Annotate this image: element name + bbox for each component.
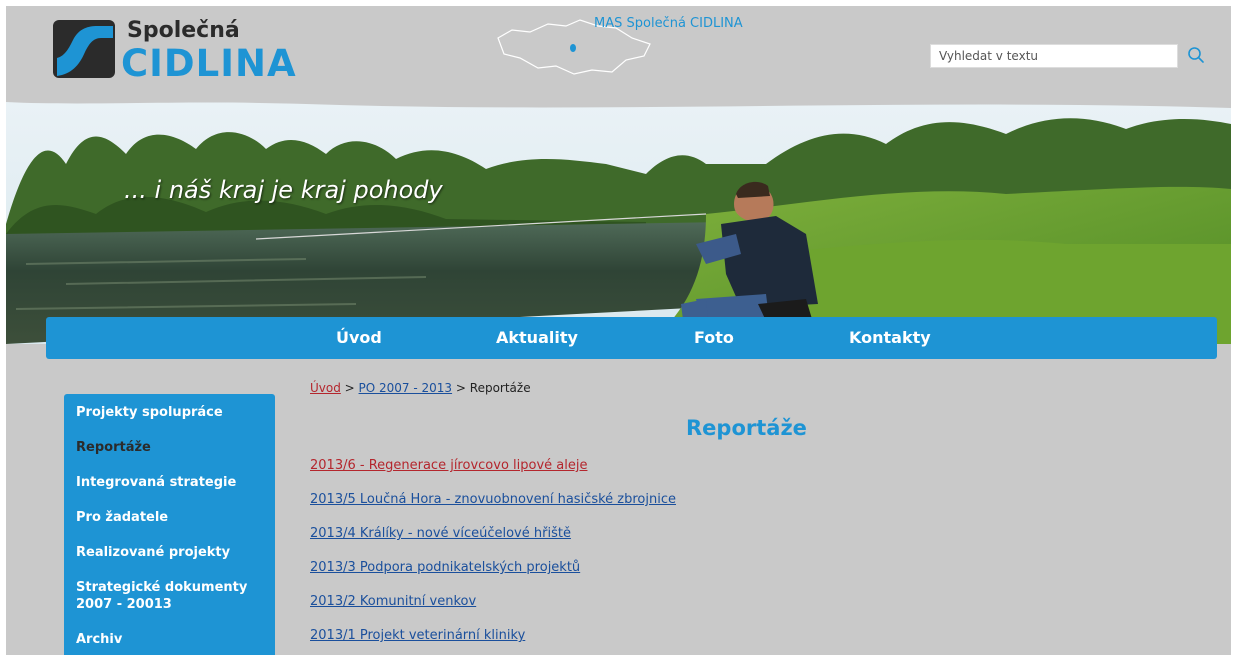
sidebar-item-archiv[interactable]: Archiv	[76, 631, 271, 648]
sidebar-item-reportaze[interactable]: Reportáže	[76, 439, 271, 456]
search-icon	[1188, 46, 1204, 63]
nav-item-foto[interactable]: Foto	[694, 328, 734, 347]
hero-slogan: ... i náš kraj je kraj pohody	[124, 176, 443, 204]
main-nav: Úvod Aktuality Foto Kontakty	[46, 317, 1217, 359]
search-button[interactable]	[1184, 44, 1208, 68]
breadcrumb-separator: >	[340, 381, 359, 395]
hero-banner: ... i náš kraj je kraj pohody	[6, 94, 1231, 344]
breadcrumb-separator: >	[452, 381, 470, 395]
logo-text-top: Společná	[127, 18, 240, 43]
article-link[interactable]: 2013/6 - Regenerace jírovcovo lipové ale…	[310, 458, 587, 473]
nav-item-uvod[interactable]: Úvod	[336, 328, 382, 347]
breadcrumb: Úvod > PO 2007 - 2013 > Reportáže	[310, 381, 531, 395]
map-label[interactable]: MAS Společná CIDLINA	[594, 16, 743, 31]
logo[interactable]: Společná CIDLINA	[51, 14, 321, 85]
logo-text-bottom: CIDLINA	[121, 42, 297, 85]
page-title: Reportáže	[686, 416, 807, 440]
sidebar-item-pro-zadatele[interactable]: Pro žadatele	[76, 509, 271, 526]
article-link[interactable]: 2013/5 Loučná Hora - znovuobnovení hasič…	[310, 492, 676, 507]
logo-mark-icon	[53, 20, 115, 78]
nav-item-kontakty[interactable]: Kontakty	[849, 328, 931, 347]
sidebar: Projekty spolupráce Reportáže Integrovan…	[64, 394, 275, 655]
article-link[interactable]: 2013/3 Podpora podnikatelských projektů	[310, 560, 580, 575]
page-frame: Společná CIDLINA MAS Společná CIDLINA Vy…	[6, 6, 1231, 655]
search-input[interactable]	[930, 44, 1178, 68]
breadcrumb-current: Reportáže	[469, 381, 531, 395]
breadcrumb-home-link[interactable]: Úvod	[310, 381, 341, 395]
sidebar-item-projekty-spoluprace[interactable]: Projekty spolupráce	[76, 404, 271, 421]
article-link[interactable]: 2013/1 Projekt veterinární kliniky	[310, 628, 525, 643]
hero-image	[6, 94, 1231, 344]
article-link[interactable]: 2013/2 Komunitní venkov	[310, 594, 476, 609]
sidebar-item-integrovana-strategie[interactable]: Integrovaná strategie	[76, 474, 271, 491]
article-link[interactable]: 2013/4 Králíky - nové víceúčelové hřiště	[310, 526, 571, 541]
sidebar-item-realizovane-projekty[interactable]: Realizované projekty	[76, 544, 271, 561]
breadcrumb-parent-link[interactable]: PO 2007 - 2013	[359, 381, 453, 395]
sidebar-item-strategicke-dokumenty[interactable]: Strategické dokumenty 2007 - 20013	[76, 579, 271, 613]
nav-item-aktuality[interactable]: Aktuality	[496, 328, 578, 347]
